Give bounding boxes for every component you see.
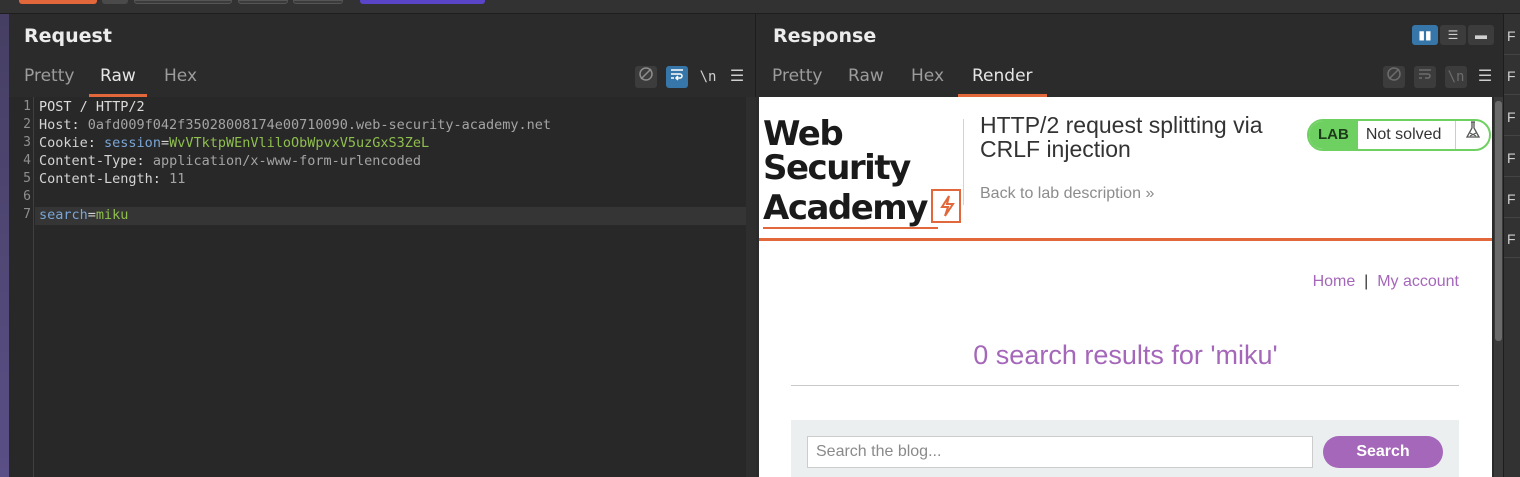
request-body: search=miku [39, 207, 128, 223]
search-input[interactable]: Search the blog... [807, 436, 1313, 468]
lab-status: Not solved [1358, 121, 1457, 149]
divider [1504, 217, 1520, 218]
header-key: Cookie: [39, 135, 96, 151]
tab-hex[interactable]: Hex [164, 64, 197, 97]
stacked-icon[interactable]: ☰ [1440, 25, 1466, 45]
line-number: 6 [23, 189, 31, 204]
response-panel: Response ▮▮ ☰ ▬ Pretty Raw Hex Render \n… [757, 14, 1503, 477]
eye-slash-icon[interactable] [1383, 66, 1405, 88]
tab-raw[interactable]: Raw [848, 64, 884, 97]
nav-separator: | [1364, 273, 1369, 290]
render-scrollbar[interactable] [1494, 97, 1503, 477]
logo-line1: Web Security [763, 114, 911, 188]
side-item[interactable]: F [1507, 191, 1516, 207]
line-number: 5 [23, 171, 31, 186]
eye-slash-icon[interactable] [635, 66, 657, 88]
header-host: Host: 0afd009f042f35028008174e00710090.w… [39, 117, 551, 133]
body-param-name: search [39, 207, 88, 223]
toolbar-button[interactable] [238, 0, 288, 4]
request-editor[interactable]: 1 2 3 4 5 6 7 POST / HTTP/2 Host: 0afd00… [9, 97, 756, 477]
back-link-label: Back to lab description [980, 185, 1141, 202]
side-by-side-icon[interactable]: ▮▮ [1412, 25, 1438, 45]
divider [791, 385, 1459, 386]
hamburger-icon[interactable]: ☰ [1474, 66, 1496, 88]
tab-render[interactable]: Render [958, 64, 1047, 97]
body-equals: = [87, 207, 96, 223]
side-item[interactable]: F [1507, 150, 1516, 166]
line-number: 4 [23, 153, 31, 168]
request-panel: Request Pretty Raw Hex \n ☰ 1 2 3 4 5 6 … [9, 14, 756, 477]
nav-my-account-link[interactable]: My account [1377, 273, 1459, 290]
logo-line2: Academy [763, 188, 928, 228]
side-item[interactable]: F [1507, 231, 1516, 247]
newline-toggle[interactable]: \n [1445, 66, 1467, 88]
line-gutter: 1 2 3 4 5 6 7 [9, 97, 34, 477]
header-value: 0afd009f042f35028008174e00710090.web-sec… [87, 117, 552, 133]
lab-status-badge: LAB Not solved [1307, 119, 1492, 151]
divider [1504, 257, 1520, 258]
line-number: 7 [23, 207, 31, 222]
line-number: 2 [23, 117, 31, 132]
panel-title: Response [773, 25, 877, 47]
web-security-academy-logo[interactable]: Web Security Academy [763, 117, 963, 229]
body-param-value: miku [95, 207, 129, 223]
divider [1504, 135, 1520, 136]
top-toolbar [0, 0, 1520, 14]
left-edge [0, 14, 9, 477]
editor-scrollbar[interactable] [746, 97, 756, 477]
divider [963, 119, 964, 205]
lab-title: HTTP/2 request splitting via CRLF inject… [980, 112, 1263, 162]
cookie-equals: = [160, 135, 170, 151]
request-line: POST / HTTP/2 [39, 99, 145, 115]
nav-home-link[interactable]: Home [1313, 273, 1356, 290]
hamburger-icon[interactable]: ☰ [726, 66, 748, 88]
current-line-highlight [35, 207, 746, 225]
header-content-length: Content-Length: 11 [39, 171, 185, 187]
side-item[interactable]: F [1507, 28, 1516, 44]
side-item[interactable]: F [1507, 109, 1516, 125]
header-value: 11 [169, 171, 186, 187]
divider [1504, 94, 1520, 95]
tab-pretty[interactable]: Pretty [772, 64, 822, 97]
chevron-right-icon: » [1145, 185, 1155, 202]
newline-toggle[interactable]: \n [697, 66, 719, 88]
wrap-lines-icon[interactable] [1414, 66, 1436, 88]
wrap-lines-icon[interactable] [666, 66, 688, 88]
header-key: Content-Type: [39, 153, 145, 169]
line-number: 3 [23, 135, 31, 150]
lightning-icon [930, 189, 961, 223]
line-number: 1 [23, 99, 31, 114]
search-form: Search the blog... Search [791, 420, 1459, 477]
side-item[interactable]: F [1507, 68, 1516, 84]
header-key: Host: [39, 117, 80, 133]
cookie-name: session [104, 135, 161, 151]
toolbar-button[interactable] [102, 0, 128, 4]
header-value: application/x-www-form-urlencoded [152, 153, 422, 169]
tab-raw[interactable]: Raw [89, 64, 147, 97]
back-to-lab-link[interactable]: Back to lab description » [980, 185, 1154, 203]
search-button[interactable]: Search [1323, 436, 1443, 468]
right-side-strip: F F F F F F [1503, 14, 1520, 477]
tab-pretty[interactable]: Pretty [24, 64, 74, 97]
tab-hex[interactable]: Hex [911, 64, 944, 97]
send-button[interactable] [19, 0, 97, 4]
lab-label: LAB [1309, 121, 1358, 149]
divider [1504, 176, 1520, 177]
search-results-heading: 0 search results for 'miku' [973, 340, 1278, 370]
header-key: Content-Length: [39, 171, 161, 187]
nav-links: Home | My account [1313, 273, 1459, 291]
cookie-value: WvVTktpWEnVliloObWpvxV5uzGxS3ZeL [169, 135, 430, 151]
header-cookie: Cookie: session=WvVTktpWEnVliloObWpvxV5u… [39, 135, 429, 151]
header-rule [759, 238, 1492, 241]
divider [1504, 54, 1520, 55]
toolbar-button[interactable] [360, 0, 485, 4]
single-pane-icon[interactable]: ▬ [1468, 25, 1494, 45]
rendered-page: Web Security Academy HTTP/2 request spli… [759, 97, 1492, 477]
header-content-type: Content-Type: application/x-www-form-url… [39, 153, 421, 169]
toolbar-button[interactable] [293, 0, 343, 4]
flask-icon [1456, 121, 1489, 149]
toolbar-button[interactable] [134, 0, 232, 4]
scrollbar-thumb[interactable] [1495, 101, 1502, 341]
panel-title: Request [24, 25, 112, 47]
